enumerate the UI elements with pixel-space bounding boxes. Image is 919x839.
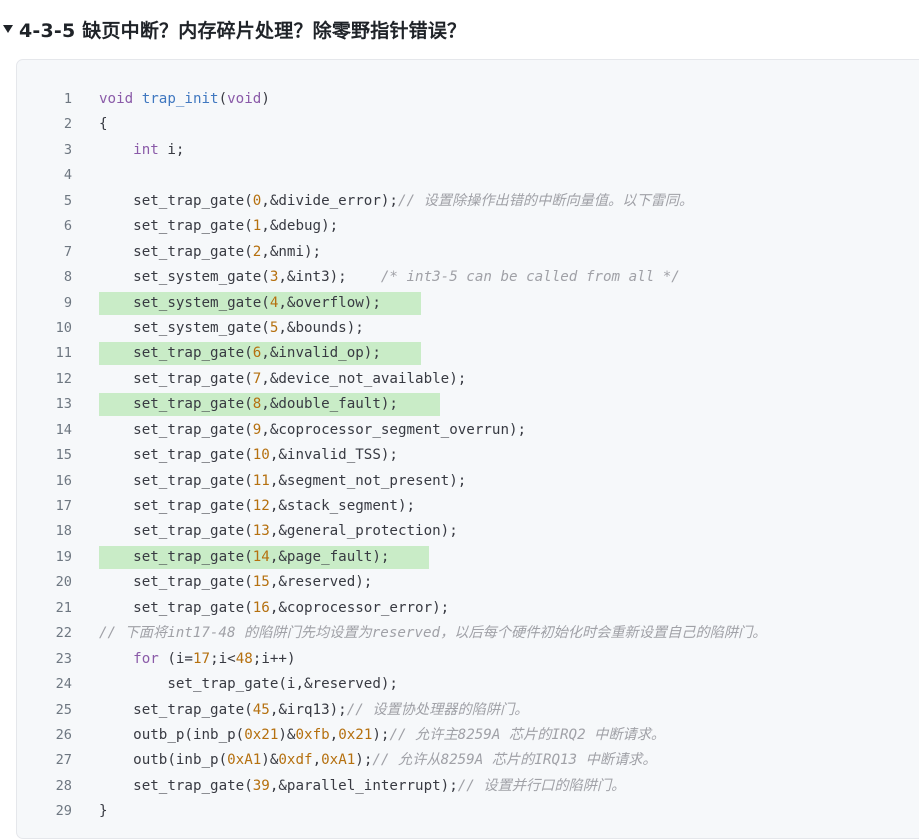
code-text: set_trap_gate(7,&device_not_available);: [99, 370, 467, 387]
code-text: }: [99, 803, 108, 820]
code-line: 22 // 下面将int17-48 的陷阱门先均设置为reserved，以后每个硬…: [17, 621, 919, 646]
code-line: 7 set_trap_gate(2,&nmi);: [17, 240, 919, 265]
code-text: set_trap_gate(9,&coprocessor_segment_ove…: [99, 421, 527, 438]
code-line: 10 set_system_gate(5,&bounds);: [17, 316, 919, 341]
code-line-highlighted: 11 set_trap_gate(6,&invalid_op);: [17, 341, 919, 366]
code-line: 12 set_trap_gate(7,&device_not_available…: [17, 367, 919, 392]
section-heading: 4-3-5 缺页中断？内存碎片处理？除零野指针错误？: [0, 14, 466, 44]
line-number: 7: [63, 243, 72, 260]
code-block: 1 void trap_init(void) 2{3 int i; 4 5 set_tr…: [16, 59, 919, 839]
code-text: set_trap_gate(39,&parallel_interrupt);//…: [99, 777, 626, 794]
code-text: {: [99, 116, 108, 133]
line-number: 19: [55, 548, 72, 565]
code-line: 26 outb_p(inb_p(0x21)&0xfb,0x21);// 允许主8…: [17, 723, 919, 748]
line-number: 26: [55, 726, 72, 743]
line-number: 10: [55, 319, 72, 336]
code-line-highlighted: 9 set_system_gate(4,&overflow);: [17, 291, 919, 316]
code-line: 21 set_trap_gate(16,&coprocessor_error);: [17, 596, 919, 621]
code-line: 27 outb(inb_p(0xA1)&0xdf,0xA1);// 允许从825…: [17, 748, 919, 773]
line-number: 4: [63, 167, 72, 184]
code-line: 6 set_trap_gate(1,&debug);: [17, 214, 919, 239]
section-title: 4-3-5 缺页中断？内存碎片处理？除零野指针错误？: [19, 19, 467, 42]
code-text: set_trap_gate(0,&divide_error);// 设置除操作出…: [99, 192, 694, 209]
code-line: 17 set_trap_gate(12,&stack_segment);: [17, 494, 919, 519]
code-line: 24 set_trap_gate(i,&reserved);: [17, 672, 919, 697]
code-text: set_trap_gate(45,&irq13);// 设置协处理器的陷阱门。: [99, 701, 529, 718]
code-line: 3 int i;: [17, 138, 919, 163]
line-number: 2: [63, 116, 72, 133]
code-text: set_system_gate(5,&bounds);: [99, 319, 364, 336]
line-number: 24: [55, 676, 72, 693]
line-number: 14: [55, 421, 72, 438]
code-text: set_trap_gate(12,&stack_segment);: [99, 498, 416, 514]
code-line: 29}: [17, 799, 919, 824]
line-number: 20: [55, 574, 72, 591]
code-text: set_trap_gate(i,&reserved);: [99, 676, 398, 693]
code-line-highlighted: 19 set_trap_gate(14,&page_fault);: [17, 545, 919, 570]
line-number: 8: [63, 269, 72, 286]
code-text: for (i=17;i<48;i++): [133, 650, 296, 667]
line-number: 3: [63, 141, 72, 158]
code-text: // 下面将int17-48 的陷阱门先均设置为reserved，以后每个硬件初…: [99, 625, 767, 642]
code-text: outb_p(inb_p(0x21)&0xfb,0x21);// 允许主8259…: [99, 726, 666, 743]
code-line: 5 set_trap_gate(0,&divide_error);// 设置除操…: [17, 189, 919, 214]
code-text: set_trap_gate(13,&general_protection);: [99, 523, 458, 540]
line-number: 18: [55, 523, 72, 540]
code-line: 28 set_trap_gate(39,&parallel_interrupt)…: [17, 774, 919, 799]
code-line: 14 set_trap_gate(9,&coprocessor_segment_…: [17, 418, 919, 443]
code-line: 18 set_trap_gate(13,&general_protection)…: [17, 519, 919, 544]
code-text: set_trap_gate(15,&reserved);: [99, 574, 373, 591]
line-number: 29: [55, 803, 72, 820]
code-text: void trap_init(void): [99, 91, 270, 107]
code-text: set_trap_gate(11,&segment_not_present);: [99, 472, 467, 489]
line-number: 22: [55, 625, 72, 642]
line-number: 11: [55, 345, 72, 362]
code-text: set_trap_gate(1,&debug);: [99, 218, 339, 235]
code-text: set_trap_gate(6,&invalid_op);: [99, 345, 381, 362]
code-text: int i;: [133, 141, 185, 158]
code-text: set_trap_gate(16,&coprocessor_error);: [99, 599, 450, 616]
line-number: 17: [55, 498, 72, 514]
triangle-down-icon[interactable]: [3, 25, 13, 33]
line-number: 15: [55, 447, 72, 464]
line-number: 25: [55, 701, 72, 718]
code-text: set_trap_gate(10,&invalid_TSS);: [99, 447, 398, 464]
code-text: set_system_gate(3,&int3); /* int3-5 can …: [99, 269, 680, 286]
code-line: 25 set_trap_gate(45,&irq13);// 设置协处理器的陷阱…: [17, 698, 919, 723]
code-text: set_system_gate(4,&overflow);: [99, 294, 381, 311]
code-line: 15 set_trap_gate(10,&invalid_TSS);: [17, 443, 919, 468]
line-number: 21: [55, 599, 72, 616]
code-line: 1 void trap_init(void): [17, 87, 919, 112]
line-number: 12: [55, 370, 72, 387]
code-line-highlighted: 13 set_trap_gate(8,&double_fault);: [17, 392, 919, 417]
line-number: 1: [63, 91, 72, 107]
line-number: 23: [55, 650, 72, 667]
code-line: 2{: [17, 112, 919, 137]
code-text: set_trap_gate(8,&double_fault);: [99, 396, 398, 413]
line-number: 27: [55, 752, 72, 769]
line-number: 6: [63, 218, 72, 235]
line-number: 9: [63, 294, 72, 311]
line-number: 13: [55, 396, 72, 413]
code-text: outb(inb_p(0xA1)&0xdf,0xA1);// 允许从8259A …: [99, 752, 657, 769]
code-line: 16 set_trap_gate(11,&segment_not_present…: [17, 469, 919, 494]
code-lines: 1 void trap_init(void) 2{3 int i; 4 5 set_tr…: [17, 87, 919, 825]
line-number: 28: [55, 777, 72, 794]
line-number: 16: [55, 472, 72, 489]
line-number: 5: [63, 192, 72, 209]
code-text: set_trap_gate(14,&page_fault);: [99, 548, 390, 565]
code-line: 23 for (i=17;i<48;i++): [17, 647, 919, 672]
code-line: 4: [17, 163, 919, 188]
code-line: 20 set_trap_gate(15,&reserved);: [17, 570, 919, 595]
code-line: 8 set_system_gate(3,&int3); /* int3-5 ca…: [17, 265, 919, 290]
code-text: set_trap_gate(2,&nmi);: [99, 243, 322, 260]
